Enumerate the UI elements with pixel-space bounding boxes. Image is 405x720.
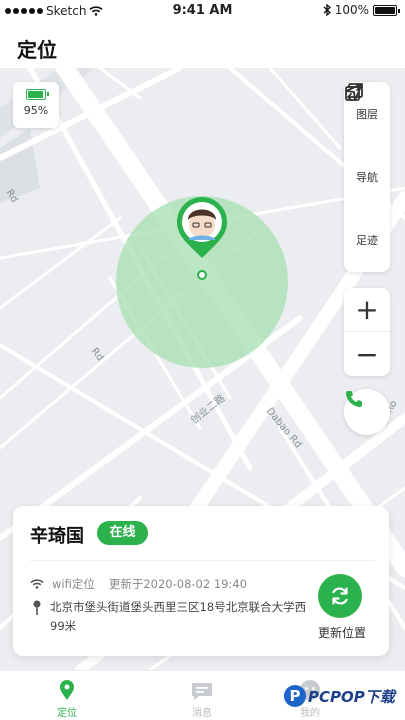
map-tools: 图层 导航 足迹 xyxy=(344,82,390,272)
track-label: 足迹 xyxy=(356,233,378,247)
person-name: 辛琦国 xyxy=(30,526,84,547)
battery-icon xyxy=(373,4,400,16)
track-button[interactable]: 足迹 xyxy=(344,83,390,271)
status-badge: 在线 xyxy=(97,521,148,545)
call-button[interactable] xyxy=(344,389,390,435)
divider xyxy=(30,560,375,561)
tab-messages[interactable]: 消息 xyxy=(172,677,232,719)
tab-label: 定位 xyxy=(57,708,77,719)
zoom-out-button[interactable]: − xyxy=(344,332,390,376)
phone-icon xyxy=(346,391,362,407)
watermark-logo: P xyxy=(284,685,306,707)
header: 定位 xyxy=(0,22,405,68)
bluetooth-icon xyxy=(323,4,331,16)
location-source-row: wifi定位 更新于2020-08-02 19:40 xyxy=(30,576,247,592)
location-icon xyxy=(60,680,74,700)
device-battery-card: 95% xyxy=(13,82,59,128)
device-battery-icon xyxy=(26,89,49,100)
status-right: 100% xyxy=(323,3,400,17)
page-title: 定位 xyxy=(17,38,57,62)
zoom-in-button[interactable]: + xyxy=(344,288,390,332)
status-bar: Sketch 9:41 AM 100% xyxy=(0,0,405,22)
watermark: P PCPOP下载 xyxy=(284,685,395,707)
track-icon xyxy=(347,83,361,101)
tab-location[interactable]: 定位 xyxy=(37,677,97,719)
update-location-label[interactable]: 更新位置 xyxy=(310,624,374,641)
message-icon xyxy=(192,683,212,700)
zoom-controls: + − xyxy=(344,288,390,376)
navigation-label: 导航 xyxy=(356,170,378,184)
refresh-icon xyxy=(332,587,348,605)
layers-label: 图层 xyxy=(356,107,378,121)
location-source: wifi定位 xyxy=(52,577,95,591)
tab-label: 消息 xyxy=(192,708,212,719)
watermark-text: PCPOP下载 xyxy=(308,687,395,706)
device-battery-percent: 95% xyxy=(23,104,49,117)
update-location-button[interactable] xyxy=(318,574,362,618)
navigation-button[interactable]: 导航 xyxy=(344,83,390,208)
location-pin-icon xyxy=(33,600,41,615)
address-text: 北京市堡头街道堡头西里三区18号北京联合大学西99米 xyxy=(50,600,307,633)
person-info-card: 辛琦国 在线 wifi定位 更新于2020-08-02 19:40 北京市堡头街… xyxy=(13,506,389,656)
battery-percent: 100% xyxy=(334,3,369,17)
address-row: 北京市堡头街道堡头西里三区18号北京联合大学西99米 xyxy=(30,598,315,636)
wifi-icon xyxy=(30,579,44,589)
update-time: 更新于2020-08-02 19:40 xyxy=(108,577,247,591)
